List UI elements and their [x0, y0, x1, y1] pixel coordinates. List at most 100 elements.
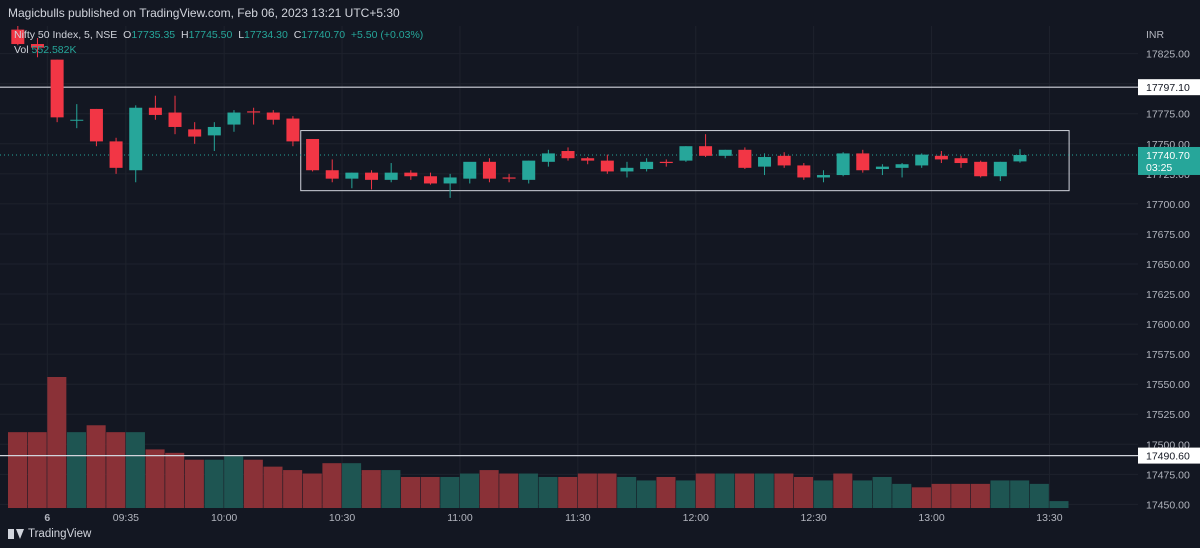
candle-body[interactable]	[345, 172, 359, 179]
candle-body[interactable]	[974, 161, 988, 177]
candle-body[interactable]	[443, 177, 457, 184]
candle-body[interactable]	[247, 111, 261, 113]
candle-body[interactable]	[148, 107, 162, 115]
candle-body[interactable]	[109, 141, 123, 168]
time-tick-label: 09:35	[113, 512, 139, 522]
volume-bar	[66, 432, 86, 508]
price-tick-label: 17775.00	[1146, 109, 1190, 121]
candle-body[interactable]	[915, 154, 929, 166]
candle-body[interactable]	[404, 172, 418, 177]
candle-body[interactable]	[266, 112, 280, 120]
volume-bar	[735, 473, 755, 508]
candle-body[interactable]	[70, 119, 84, 121]
candle-body[interactable]	[659, 161, 673, 164]
volume-bar	[47, 377, 67, 508]
volume-bar	[283, 470, 303, 508]
volume-bar	[931, 483, 951, 508]
volume-bar	[479, 470, 499, 508]
candle-body[interactable]	[306, 138, 320, 171]
price-tick-label: 17525.00	[1146, 409, 1190, 421]
candle-body[interactable]	[325, 170, 339, 179]
candle-body[interactable]	[541, 153, 555, 162]
volume-bar	[813, 480, 833, 508]
volume-bar	[617, 476, 637, 508]
tradingview-logo[interactable]: TradingView	[8, 528, 91, 540]
candle-body[interactable]	[188, 129, 202, 137]
candle-body[interactable]	[718, 149, 732, 156]
volume-bar	[774, 473, 794, 508]
volume-bar	[872, 476, 892, 508]
price-chart[interactable]: 17825.0017800.0017775.0017750.0017725.00…	[0, 26, 1200, 522]
candle-body[interactable]	[856, 153, 870, 171]
volume-bar	[440, 476, 460, 508]
candle-body[interactable]	[934, 155, 948, 160]
candle-body[interactable]	[463, 161, 477, 179]
candle-body[interactable]	[502, 177, 516, 179]
volume-bar	[263, 466, 283, 508]
time-tick-label: 10:00	[211, 512, 237, 522]
candle-body[interactable]	[207, 126, 221, 136]
candle-body[interactable]	[522, 160, 536, 180]
volume-value: 552.582K	[31, 44, 77, 56]
candle-body[interactable]	[168, 112, 182, 127]
volume-bar	[361, 470, 381, 508]
candle-body[interactable]	[797, 165, 811, 178]
candle-body[interactable]	[1013, 154, 1027, 162]
publisher-bar: Magicbulls published on TradingView.com,…	[0, 0, 1200, 26]
candle-body[interactable]	[365, 172, 379, 180]
candle-body[interactable]	[50, 59, 64, 118]
volume-bar	[1049, 501, 1069, 508]
volume-bar	[499, 473, 519, 508]
candle-body[interactable]	[600, 160, 614, 172]
candle-body[interactable]	[129, 107, 143, 171]
open-value: 17735.35	[131, 29, 176, 41]
price-tick-label: 17575.00	[1146, 349, 1190, 361]
volume-bar	[224, 456, 244, 508]
candle-body[interactable]	[89, 108, 103, 142]
volume-bar	[342, 463, 362, 508]
candle-body[interactable]	[620, 167, 634, 172]
volume-bar	[165, 452, 185, 508]
candle-body[interactable]	[286, 118, 300, 142]
volume-bar	[970, 483, 990, 508]
candle-body[interactable]	[993, 161, 1007, 177]
price-tick-label: 17675.00	[1146, 229, 1190, 241]
candle-body[interactable]	[679, 146, 693, 161]
candle-body[interactable]	[561, 151, 575, 159]
candle-body[interactable]	[836, 153, 850, 176]
currency-label: INR	[1146, 29, 1165, 41]
candle-body[interactable]	[640, 161, 654, 170]
footer-bar: TradingView	[0, 522, 1200, 548]
candle-body[interactable]	[423, 176, 437, 184]
volume-bar	[184, 459, 204, 508]
candle-body[interactable]	[816, 175, 830, 178]
volume-bar	[86, 425, 106, 508]
candle-body[interactable]	[954, 158, 968, 164]
candle-body[interactable]	[777, 155, 791, 166]
candle-body[interactable]	[875, 166, 889, 170]
candle-body[interactable]	[482, 161, 496, 179]
price-tick-label: 17650.00	[1146, 259, 1190, 271]
time-tick-label: 13:30	[1036, 512, 1062, 522]
candle-body[interactable]	[738, 149, 752, 168]
candle-body[interactable]	[895, 164, 909, 168]
symbol-label: Nifty 50 Index, 5, NSE	[14, 29, 118, 41]
volume-bar	[302, 473, 322, 508]
volume-bar	[892, 483, 912, 508]
brand-label: TradingView	[28, 528, 92, 540]
volume-bar	[125, 432, 145, 508]
volume-legend: Vol 552.582K	[14, 44, 77, 56]
volume-bar	[695, 473, 715, 508]
candle-body[interactable]	[227, 112, 241, 125]
candle-body[interactable]	[699, 146, 713, 156]
price-line-label: 17797.10	[1146, 82, 1190, 94]
price-tick-label: 17550.00	[1146, 379, 1190, 391]
price-tick-label: 17475.00	[1146, 469, 1190, 481]
candle-body[interactable]	[384, 172, 398, 180]
candle-body[interactable]	[758, 157, 772, 167]
candle-body[interactable]	[581, 158, 595, 161]
last-price-label: 17740.70	[1146, 150, 1190, 162]
volume-bar	[715, 473, 735, 508]
volume-bar	[794, 476, 814, 508]
high-value: 17745.50	[188, 29, 233, 41]
